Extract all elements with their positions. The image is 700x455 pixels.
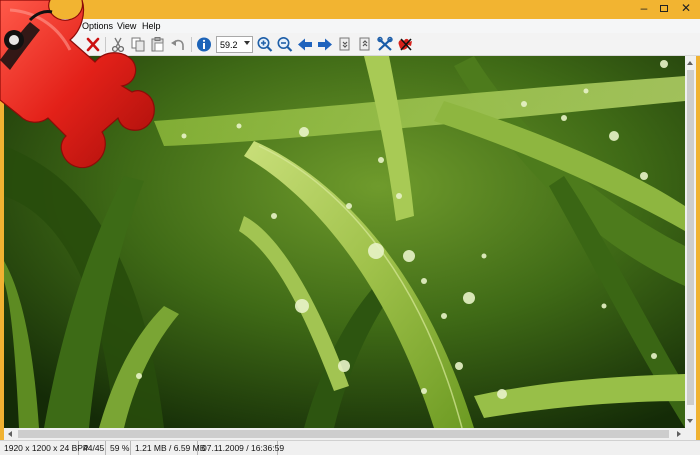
zoom-out-icon (277, 37, 293, 52)
info-button[interactable] (195, 36, 213, 53)
page-first-icon (339, 37, 350, 51)
toolbar-separator (191, 37, 192, 52)
scrollbar-corner (685, 428, 696, 440)
zoom-in-button[interactable] (256, 36, 274, 53)
zoom-value: 59.2 (220, 40, 238, 50)
status-index: 44/45 (79, 441, 106, 455)
arrow-right-icon (318, 38, 332, 51)
status-dimensions: 1920 x 1200 x 24 BPP (0, 441, 89, 455)
exit-button[interactable] (396, 36, 414, 53)
chevron-down-icon (244, 41, 250, 45)
horizontal-scrollbar[interactable] (4, 428, 685, 440)
scroll-up-icon[interactable] (687, 61, 693, 65)
zoom-select[interactable]: 59.2 (216, 36, 253, 53)
vertical-scroll-thumb[interactable] (687, 70, 694, 405)
status-zoom: 59 % (106, 441, 131, 455)
first-page-button[interactable] (336, 36, 354, 53)
zoom-out-button[interactable] (276, 36, 294, 53)
scroll-left-icon[interactable] (8, 431, 12, 437)
horizontal-scroll-thumb[interactable] (18, 430, 669, 438)
maximize-icon (660, 5, 668, 12)
info-icon (197, 37, 211, 52)
scroll-down-icon[interactable] (687, 419, 693, 423)
arrow-left-icon (298, 38, 312, 51)
previous-image-button[interactable] (296, 36, 314, 53)
next-image-button[interactable] (316, 36, 334, 53)
window-frame-right (696, 56, 700, 431)
app-logo-puzzle-icon (0, 0, 155, 169)
settings-button[interactable] (376, 36, 394, 53)
status-file-size: 1.21 MB / 6.59 MB (131, 441, 205, 455)
status-bar: 1920 x 1200 x 24 BPP 44/45 59 % 1.21 MB … (0, 440, 700, 455)
scroll-right-icon[interactable] (677, 431, 681, 437)
vertical-scrollbar[interactable] (685, 56, 696, 428)
exit-icon (398, 38, 412, 51)
undo-button[interactable] (169, 36, 187, 53)
settings-icon (377, 36, 393, 51)
last-page-button[interactable] (356, 36, 374, 53)
page-last-icon (359, 37, 370, 51)
undo-icon (171, 39, 184, 50)
zoom-in-icon (257, 37, 273, 52)
close-window-button[interactable]: ✕ (672, 0, 700, 19)
status-datetime: 07.11.2009 / 16:36:59 (198, 441, 284, 455)
